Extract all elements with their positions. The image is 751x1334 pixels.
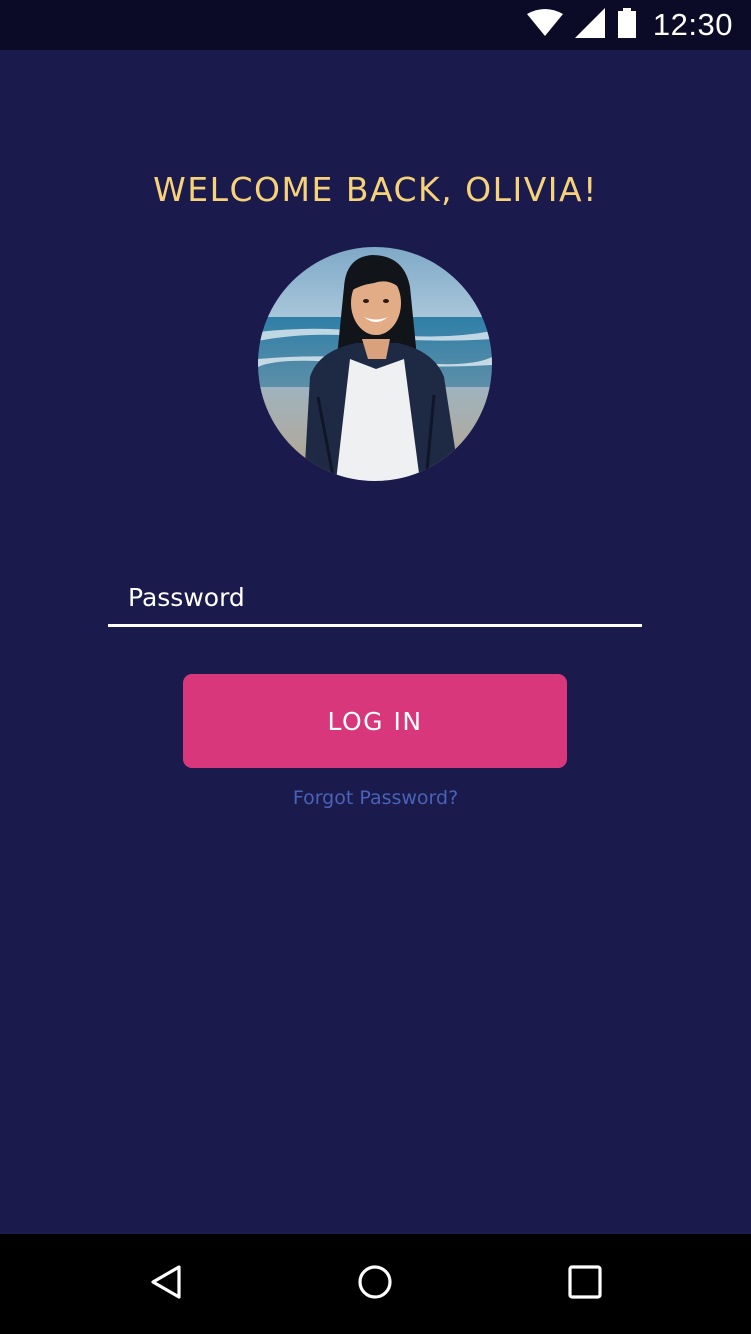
navigation-bar xyxy=(0,1234,751,1334)
recents-icon xyxy=(567,1264,603,1305)
status-bar: 12:30 xyxy=(0,0,751,50)
recents-button[interactable] xyxy=(560,1259,610,1309)
wifi-icon xyxy=(526,8,563,42)
login-screen: WELCOME BACK, OLIVIA! LOG IN Forgot Pass… xyxy=(0,50,751,1234)
back-button[interactable] xyxy=(141,1259,191,1309)
status-icons: 12:30 xyxy=(526,0,733,50)
back-icon xyxy=(149,1264,183,1305)
battery-icon xyxy=(617,7,637,43)
welcome-heading: WELCOME BACK, OLIVIA! xyxy=(153,170,598,209)
login-button[interactable]: LOG IN xyxy=(183,674,567,768)
cell-signal-icon xyxy=(574,7,605,43)
avatar xyxy=(258,247,492,481)
home-button[interactable] xyxy=(350,1259,400,1309)
home-icon xyxy=(357,1264,393,1305)
status-time: 12:30 xyxy=(652,7,733,42)
password-input[interactable] xyxy=(108,570,642,624)
password-field[interactable] xyxy=(108,570,642,627)
forgot-password-link[interactable]: Forgot Password? xyxy=(0,787,751,809)
